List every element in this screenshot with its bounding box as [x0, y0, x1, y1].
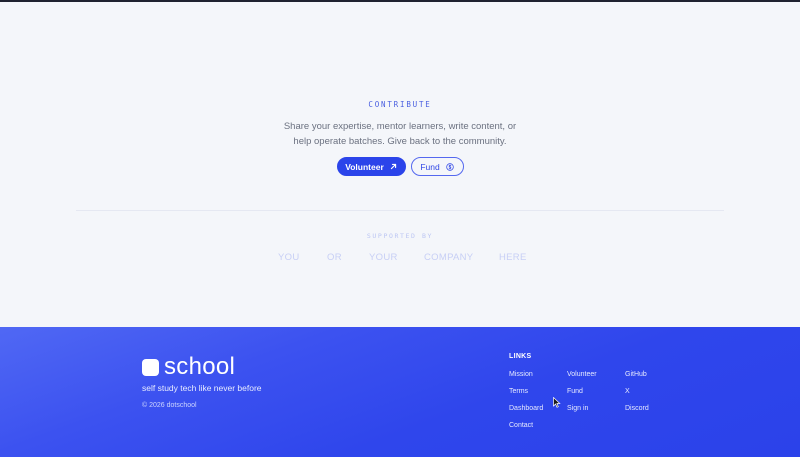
footer-link-volunteer[interactable]: Volunteer [567, 371, 597, 378]
sponsor-placeholder: COMPANY [424, 252, 474, 263]
sponsor-placeholder: YOUR [369, 252, 398, 263]
fund-button[interactable]: Fund [410, 157, 464, 176]
contribute-eyebrow: CONTRIBUTE [368, 100, 432, 109]
cta-row: Volunteer Fund [0, 157, 800, 176]
footer-link-contact[interactable]: Contact [509, 422, 533, 429]
footer-link-discord[interactable]: Discord [625, 405, 649, 412]
footer-copyright: © 2026 dotschool [142, 402, 197, 409]
mouse-cursor-icon [553, 397, 561, 408]
site-footer: school self study tech like never before… [0, 327, 800, 457]
footer-link-terms[interactable]: Terms [509, 388, 528, 395]
sponsor-placeholder: HERE [499, 252, 527, 263]
section-divider [76, 210, 724, 211]
footer-tagline: self study tech like never before [142, 383, 262, 393]
brand-logo-link[interactable]: school [142, 355, 235, 379]
fund-button-label: Fund [420, 161, 440, 172]
footer-link-x[interactable]: X [625, 388, 630, 395]
links-heading: LINKS [509, 353, 532, 360]
contribute-description: Share your expertise, mentor learners, w… [270, 119, 530, 149]
logo-square-icon [142, 358, 159, 376]
dollar-circle-icon [445, 162, 454, 171]
description-line: help operate batches. Give back to the c… [293, 136, 507, 147]
brand-name: school [164, 353, 236, 380]
sponsor-placeholder: YOU [278, 252, 300, 263]
footer-link-mission[interactable]: Mission [509, 371, 533, 378]
sponsor-placeholder: OR [327, 252, 342, 263]
description-line: Share your expertise, mentor learners, w… [283, 121, 517, 132]
contribute-section: CONTRIBUTE Share your expertise, mentor … [0, 0, 800, 327]
footer-link-sign-in[interactable]: Sign in [567, 405, 588, 412]
arrow-up-right-icon [390, 163, 396, 170]
volunteer-button-label: Volunteer [345, 161, 384, 172]
footer-link-github[interactable]: GitHub [625, 371, 647, 378]
supported-by-label: SUPPORTED BY [366, 232, 434, 240]
footer-link-dashboard[interactable]: Dashboard [509, 405, 543, 412]
volunteer-button[interactable]: Volunteer [336, 157, 406, 176]
footer-link-fund[interactable]: Fund [567, 388, 583, 395]
